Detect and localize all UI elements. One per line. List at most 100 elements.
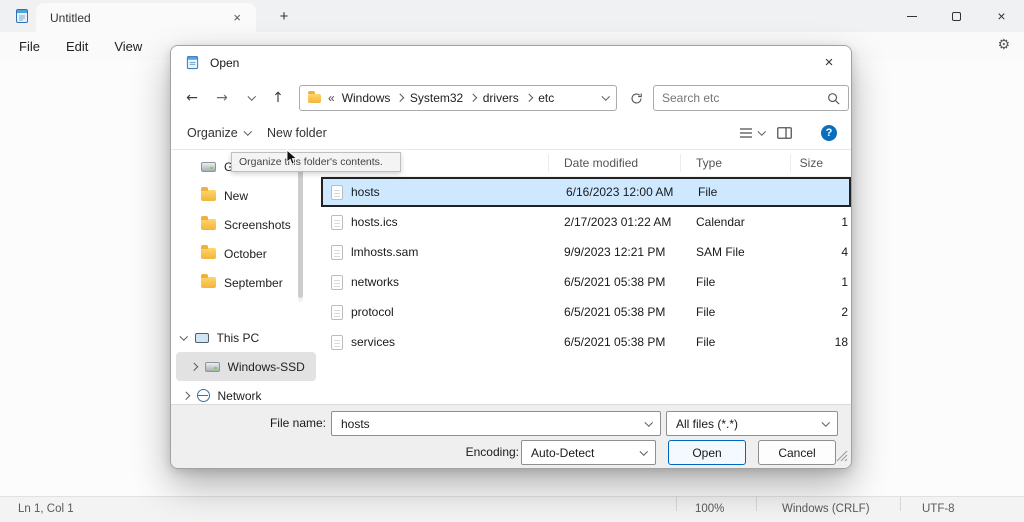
preview-pane-button[interactable] [777, 117, 792, 149]
tab-untitled[interactable]: Untitled × [36, 3, 256, 32]
forward-button[interactable]: → [211, 79, 233, 117]
dialog-titlebar: Open × [171, 46, 851, 79]
file-icon [331, 305, 343, 320]
cancel-button[interactable]: Cancel [758, 440, 836, 465]
zoom-level[interactable]: 100% [695, 497, 724, 522]
file-type-select[interactable]: All files (*.*) [666, 411, 838, 436]
encoding-label: Encoding: [414, 440, 519, 465]
back-button[interactable]: ← [181, 79, 203, 117]
file-type: Calendar [681, 215, 791, 229]
tab-close-icon[interactable]: × [228, 10, 246, 25]
new-folder-label: New folder [267, 126, 327, 140]
sidebar-item-this-pc[interactable]: This PC [171, 323, 321, 352]
breadcrumb-etc[interactable]: etc [538, 91, 554, 105]
file-name-input[interactable]: hosts [331, 411, 661, 436]
file-size: 2 [791, 305, 851, 319]
cursor-position: Ln 1, Col 1 [18, 497, 74, 522]
status-bar: Ln 1, Col 1 100% Windows (CRLF) UTF-8 [0, 496, 1024, 522]
maximize-icon [952, 12, 961, 21]
chevron-down-icon[interactable] [601, 93, 609, 101]
file-type: SAM File [681, 245, 791, 259]
file-row-services[interactable]: services 6/5/2021 05:38 PM File 18 [321, 327, 851, 357]
dialog-close-button[interactable]: × [807, 46, 851, 79]
breadcrumb-system32[interactable]: System32 [410, 91, 463, 105]
mouse-cursor [286, 149, 298, 169]
up-button[interactable]: ↑ [267, 79, 289, 117]
file-row-lmhosts-sam[interactable]: lmhosts.sam 9/9/2023 12:21 PM SAM File 4 [321, 237, 851, 267]
notepad-window: Untitled × + × File Edit View ⚙ Ln 1, Co… [0, 0, 1024, 522]
line-ending[interactable]: Windows (CRLF) [782, 497, 870, 522]
chevron-right-icon[interactable] [182, 392, 190, 400]
breadcrumb-windows[interactable]: Windows [342, 91, 391, 105]
file-list: Name Date modified Type Size hosts 6/16/… [321, 150, 851, 404]
folder-icon [308, 94, 321, 103]
column-header-date-modified[interactable]: Date modified [549, 154, 681, 172]
open-button[interactable]: Open [668, 440, 746, 465]
maximize-button[interactable] [934, 0, 979, 32]
status-divider [676, 497, 677, 511]
file-name: lmhosts.sam [351, 245, 418, 259]
file-row-protocol[interactable]: protocol 6/5/2021 05:38 PM File 2 [321, 297, 851, 327]
window-controls: × [889, 0, 1024, 32]
file-icon [331, 335, 343, 350]
status-divider [900, 497, 901, 511]
breadcrumb-drivers[interactable]: drivers [483, 91, 519, 105]
tooltip: Organize this folder's contents. [231, 152, 401, 172]
settings-gear-icon[interactable]: ⚙ [997, 37, 1010, 53]
file-size: 18 [791, 335, 851, 349]
file-date: 9/9/2023 12:21 PM [549, 245, 681, 259]
menu-file[interactable]: File [6, 34, 53, 59]
file-icon [331, 245, 343, 260]
file-date: 6/16/2023 12:00 AM [551, 185, 683, 199]
encoding-select[interactable]: Auto-Detect [521, 440, 656, 465]
organize-button[interactable]: Organize [187, 117, 250, 149]
file-size: 1 [791, 215, 851, 229]
chevron-down-icon[interactable] [180, 332, 188, 340]
file-type-value: All files (*.*) [676, 417, 738, 431]
file-row-networks[interactable]: networks 6/5/2021 05:38 PM File 1 [321, 267, 851, 297]
menu-edit[interactable]: Edit [53, 34, 101, 59]
notepad-titlebar: Untitled × + × [0, 0, 1024, 32]
refresh-button[interactable] [623, 85, 649, 111]
breadcrumb-root[interactable]: « [328, 91, 335, 105]
sidebar-scrollbar-thumb[interactable] [298, 158, 303, 298]
encoding-value: Auto-Detect [531, 446, 594, 460]
help-button[interactable]: ? [821, 125, 837, 141]
file-name: hosts.ics [351, 215, 398, 229]
minimize-button[interactable] [889, 0, 934, 32]
file-date: 6/5/2021 05:38 PM [549, 305, 681, 319]
network-icon [197, 389, 210, 402]
resize-grip[interactable] [836, 450, 848, 465]
chevron-down-icon [639, 447, 647, 455]
chevron-right-icon [396, 94, 404, 102]
recent-locations-button[interactable] [241, 79, 263, 117]
file-type: File [681, 335, 791, 349]
new-tab-button[interactable]: + [270, 0, 298, 32]
file-type: File [683, 185, 793, 199]
minimize-icon [907, 16, 917, 17]
view-mode-button[interactable] [739, 117, 765, 149]
menu-view[interactable]: View [101, 34, 155, 59]
address-bar[interactable]: « Windows System32 drivers etc [299, 85, 617, 111]
preview-pane-icon [777, 127, 792, 139]
drive-icon [205, 362, 220, 372]
column-header-size[interactable]: Size [791, 154, 851, 172]
file-name: networks [351, 275, 399, 289]
window-close-button[interactable]: × [979, 0, 1024, 32]
dialog-icon [185, 55, 200, 70]
dialog-footer: File name: hosts All files (*.*) Encodin… [171, 404, 851, 468]
column-header-type[interactable]: Type [681, 154, 791, 172]
new-folder-button[interactable]: New folder [267, 117, 327, 149]
file-row-hosts-ics[interactable]: hosts.ics 2/17/2023 01:22 AM Calendar 1 [321, 207, 851, 237]
file-row-hosts[interactable]: hosts 6/16/2023 12:00 AM File [321, 177, 851, 207]
search-placeholder: Search etc [662, 91, 827, 105]
chevron-down-icon [758, 128, 766, 136]
help-icon: ? [826, 127, 833, 139]
file-date: 6/5/2021 05:38 PM [549, 275, 681, 289]
sidebar-item-windows-ssd[interactable]: Windows-SSD [176, 352, 316, 381]
chevron-right-icon[interactable] [190, 363, 198, 371]
folder-icon [201, 190, 216, 201]
file-icon [331, 185, 343, 200]
search-box[interactable]: Search etc [653, 85, 849, 111]
encoding-indicator[interactable]: UTF-8 [922, 497, 955, 522]
